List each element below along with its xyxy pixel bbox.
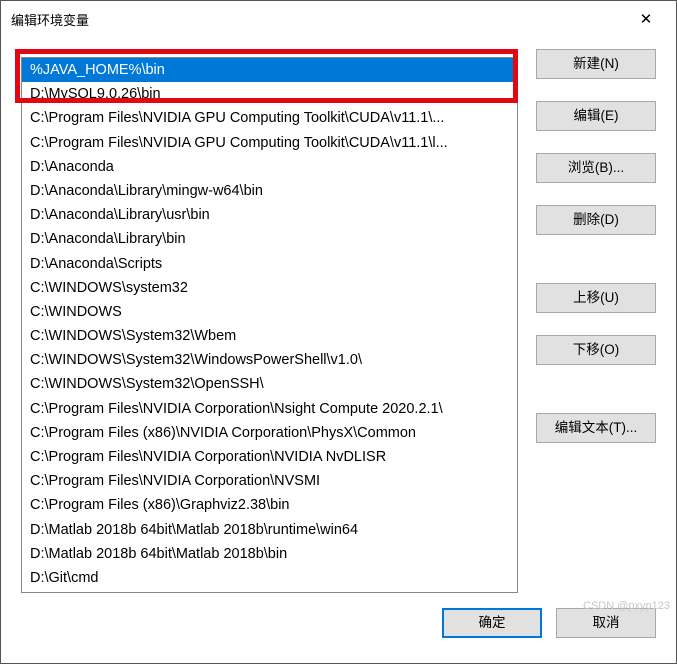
list-item[interactable]: C:\WINDOWS\System32\Wbem bbox=[22, 324, 517, 348]
list-item[interactable]: C:\WINDOWS bbox=[22, 300, 517, 324]
edittext-button[interactable]: 编辑文本(T)... bbox=[536, 413, 656, 443]
list-item[interactable]: C:\Program Files\NVIDIA GPU Computing To… bbox=[22, 131, 517, 155]
side-buttons: 新建(N) 编辑(E) 浏览(B)... 删除(D) 上移(U) 下移(O) 编… bbox=[536, 49, 656, 593]
list-item[interactable]: C:\Program Files (x86)\NVIDIA Corporatio… bbox=[22, 421, 517, 445]
close-icon[interactable]: ✕ bbox=[626, 10, 666, 28]
list-wrap: %JAVA_HOME%\binD:\MySQL9.0.26\binC:\Prog… bbox=[21, 49, 518, 593]
browse-button[interactable]: 浏览(B)... bbox=[536, 153, 656, 183]
list-item[interactable]: D:\MySQL9.0.26\bin bbox=[22, 82, 517, 106]
list-item[interactable]: D:\Anaconda\Library\mingw-w64\bin bbox=[22, 179, 517, 203]
path-listbox[interactable]: %JAVA_HOME%\binD:\MySQL9.0.26\binC:\Prog… bbox=[21, 57, 518, 593]
list-item[interactable]: C:\Program Files\NVIDIA Corporation\Nsig… bbox=[22, 397, 517, 421]
window-title: 编辑环境变量 bbox=[11, 10, 626, 29]
list-item[interactable]: D:\Anaconda\Library\bin bbox=[22, 227, 517, 251]
dialog-window: 编辑环境变量 ✕ %JAVA_HOME%\binD:\MySQL9.0.26\b… bbox=[0, 0, 677, 664]
watermark-text: CSDN @pxyp123 bbox=[583, 600, 670, 613]
list-item[interactable]: D:\Anaconda\Library\usr\bin bbox=[22, 203, 517, 227]
edit-button[interactable]: 编辑(E) bbox=[536, 101, 656, 131]
titlebar: 编辑环境变量 ✕ bbox=[1, 1, 676, 37]
list-item[interactable]: C:\Program Files\NVIDIA GPU Computing To… bbox=[22, 106, 517, 130]
list-item[interactable]: C:\Program Files\NVIDIA Corporation\NVSM… bbox=[22, 469, 517, 493]
movedown-button[interactable]: 下移(O) bbox=[536, 335, 656, 365]
list-item[interactable]: D:\Anaconda\Scripts bbox=[22, 252, 517, 276]
list-item[interactable]: D:\Matlab 2018b 64bit\Matlab 2018b\bin bbox=[22, 542, 517, 566]
list-item[interactable]: %JAVA_HOME%\bin bbox=[22, 58, 517, 82]
list-item[interactable]: C:\Program Files (x86)\Graphviz2.38\bin bbox=[22, 493, 517, 517]
list-item[interactable]: D:\Git\cmd bbox=[22, 566, 517, 590]
list-item[interactable]: D:\Matlab 2018b 64bit\Matlab 2018b\runti… bbox=[22, 518, 517, 542]
new-button[interactable]: 新建(N) bbox=[536, 49, 656, 79]
dialog-body: %JAVA_HOME%\binD:\MySQL9.0.26\binC:\Prog… bbox=[1, 37, 676, 593]
list-item[interactable]: C:\WINDOWS\system32 bbox=[22, 276, 517, 300]
list-item[interactable]: D:\Anaconda bbox=[22, 155, 517, 179]
watermark: CSDN @pxyp123 bbox=[583, 600, 670, 613]
list-item[interactable]: C:\WINDOWS\System32\WindowsPowerShell\v1… bbox=[22, 348, 517, 372]
list-item[interactable]: C:\WINDOWS\System32\OpenSSH\ bbox=[22, 372, 517, 396]
list-item[interactable]: C:\Program Files\NVIDIA Corporation\NVID… bbox=[22, 445, 517, 469]
ok-button[interactable]: 确定 bbox=[442, 608, 542, 638]
delete-button[interactable]: 删除(D) bbox=[536, 205, 656, 235]
dialog-footer: 确定 取消 bbox=[1, 593, 676, 663]
moveup-button[interactable]: 上移(U) bbox=[536, 283, 656, 313]
